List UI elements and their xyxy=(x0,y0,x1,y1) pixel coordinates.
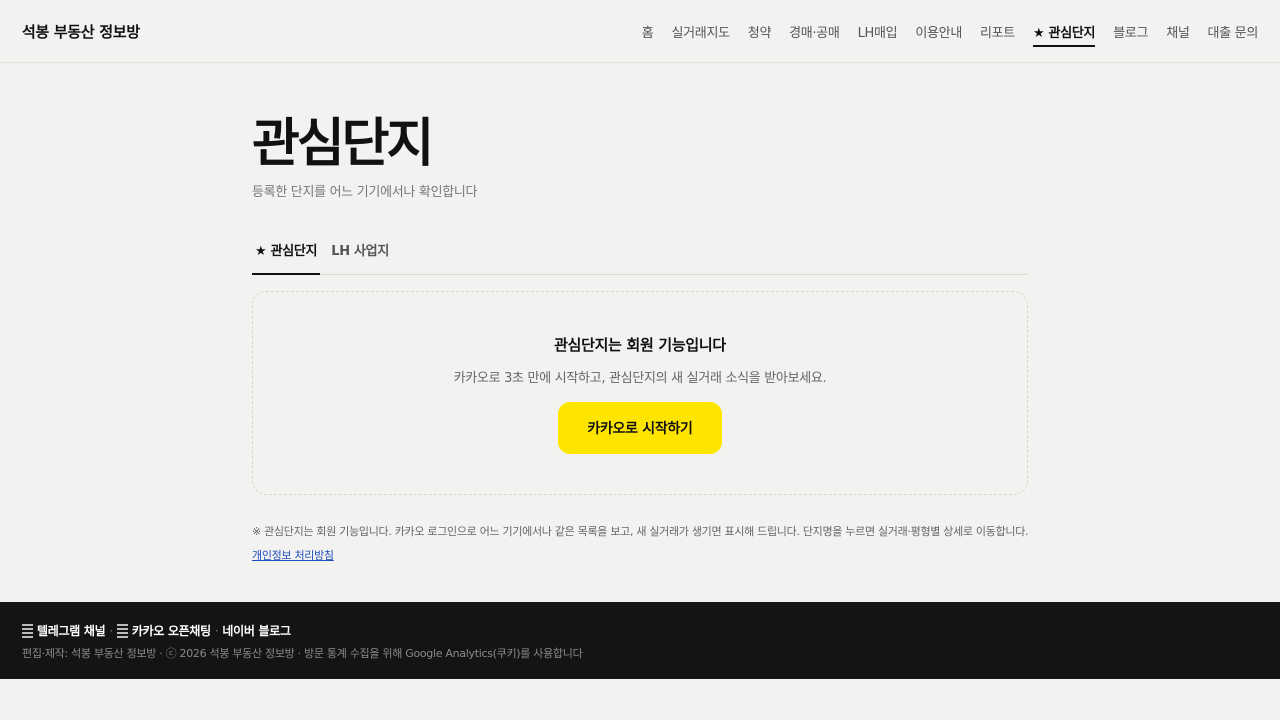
footer-separator: · xyxy=(214,623,219,638)
document-icon xyxy=(22,623,33,638)
document-icon xyxy=(116,623,128,638)
privacy-policy-link[interactable]: 개인정보 처리방침 xyxy=(252,547,334,563)
tab-favorites[interactable]: ★ 관심단지 xyxy=(252,234,321,275)
nav-item-transaction-map[interactable]: 실거래지도 xyxy=(671,0,730,63)
footer-links: 텔레그램 채널 · 카카오 오픈채팅 · 네이버 블로그 xyxy=(22,622,1258,639)
nav-item-guide[interactable]: 이용안내 xyxy=(915,0,962,63)
footer-link-telegram[interactable]: 텔레그램 채널 xyxy=(22,622,106,639)
nav-item-auction[interactable]: 경매·공매 xyxy=(789,0,840,63)
nav-item-home[interactable]: 홈 xyxy=(642,0,654,63)
site-header: 석봉 부동산 정보방 홈 실거래지도 청약 경매·공매 LH매입 이용안내 리포… xyxy=(0,0,1280,63)
nav-item-subscription[interactable]: 청약 xyxy=(748,0,772,63)
login-required-card: 관심단지는 회원 기능입니다 카카오로 3초 만에 시작하고, 관심단지의 새 … xyxy=(252,291,1028,495)
footer-link-label: 네이버 블로그 xyxy=(222,624,291,638)
tab-lh-sites[interactable]: LH 사업지 xyxy=(328,234,392,274)
footer-link-label: 카카오 오픈채팅 xyxy=(131,624,211,638)
tab-bar: ★ 관심단지 LH 사업지 xyxy=(252,234,1028,275)
page-title: 관심단지 xyxy=(252,114,434,174)
nav-item-lh-purchase[interactable]: LH매입 xyxy=(858,0,898,63)
footer-separator: · xyxy=(109,623,113,638)
card-description: 카카오로 3초 만에 시작하고, 관심단지의 새 실거래 소식을 받아보세요. xyxy=(453,371,827,386)
main-content: 관심단지 등록한 단지를 어느 기기에서나 확인합니다 ★ 관심단지 LH 사업… xyxy=(252,63,1029,563)
nav-item-blog[interactable]: 블로그 xyxy=(1113,0,1148,63)
nav-item-favorites[interactable]: ★ 관심단지 xyxy=(1032,0,1096,63)
footer-link-naver-blog[interactable]: 네이버 블로그 xyxy=(222,622,291,639)
kakao-start-button[interactable]: 카카오로 시작하기 xyxy=(558,402,722,454)
footer-note: 편집·제작: 석봉 부동산 정보방 · ⓒ 2026 석봉 부동산 정보방 · … xyxy=(22,647,583,660)
main-nav: 홈 실거래지도 청약 경매·공매 LH매입 이용안내 리포트 ★ 관심단지 블로… xyxy=(624,0,1258,63)
nav-item-channel[interactable]: 채널 xyxy=(1166,0,1190,63)
member-notice: ※ 관심단지는 회원 기능입니다. 카카오 로그인으로 어느 기기에서나 같은 … xyxy=(252,525,1029,538)
footer-link-label: 텔레그램 채널 xyxy=(37,624,106,638)
site-brand[interactable]: 석봉 부동산 정보방 xyxy=(22,21,140,42)
footer-link-kakao-openchat[interactable]: 카카오 오픈채팅 xyxy=(116,622,211,639)
nav-item-loan-inquiry[interactable]: 대출 문의 xyxy=(1208,0,1259,63)
page-subtitle: 등록한 단지를 어느 기기에서나 확인합니다 xyxy=(252,185,478,200)
nav-item-report[interactable]: 리포트 xyxy=(980,0,1015,63)
card-title: 관심단지는 회원 기능입니다 xyxy=(554,336,726,354)
site-footer: 텔레그램 채널 · 카카오 오픈채팅 · 네이버 블로그 편집·제작: 석봉 부… xyxy=(0,602,1280,679)
